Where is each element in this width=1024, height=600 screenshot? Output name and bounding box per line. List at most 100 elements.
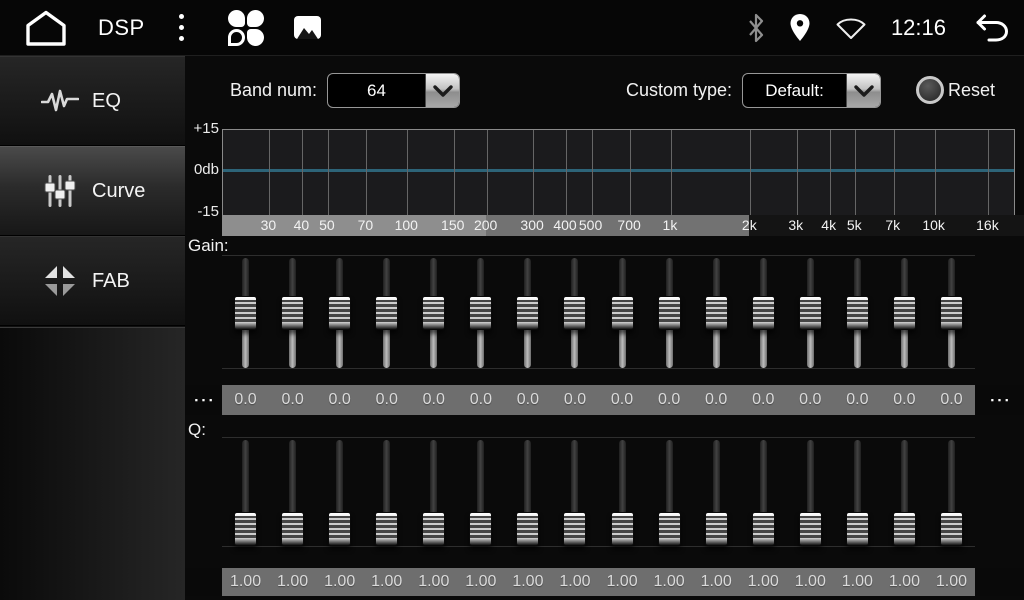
band-num-dropdown[interactable]: 64 — [327, 73, 460, 108]
slider-thumb[interactable] — [893, 512, 916, 546]
back-icon[interactable] — [970, 13, 1010, 42]
slider-thumb[interactable] — [799, 512, 822, 546]
slider-thumb[interactable] — [705, 296, 728, 330]
sidebar-item-fab[interactable]: FAB — [0, 236, 185, 326]
gain-values-row: 0.00.00.00.00.00.00.00.00.00.00.00.00.00… — [222, 385, 975, 415]
q-slider-15[interactable] — [881, 438, 928, 546]
gain-slider-8[interactable] — [551, 256, 598, 368]
home-icon[interactable] — [24, 9, 68, 47]
gain-slider-16[interactable] — [928, 256, 975, 368]
slider-thumb[interactable] — [281, 296, 304, 330]
freq-tick-label: 5k — [847, 215, 862, 236]
slider-thumb[interactable] — [940, 512, 963, 546]
slider-thumb[interactable] — [469, 296, 492, 330]
apps-clover-icon[interactable] — [228, 10, 264, 46]
slider-thumb[interactable] — [563, 296, 586, 330]
gain-slider-10[interactable] — [646, 256, 693, 368]
slider-thumb[interactable] — [328, 296, 351, 330]
slider-thumb[interactable] — [422, 296, 445, 330]
gain-more-right-button[interactable]: ▪▪▪ — [975, 385, 1024, 415]
gain-slider-12[interactable] — [740, 256, 787, 368]
band-num-label: Band num: — [230, 73, 317, 108]
gain-slider-3[interactable] — [316, 256, 363, 368]
slider-thumb[interactable] — [705, 512, 728, 546]
q-more-left-button[interactable] — [185, 568, 222, 596]
slider-thumb[interactable] — [516, 296, 539, 330]
gain-slider-2[interactable] — [269, 256, 316, 368]
gain-slider-14[interactable] — [834, 256, 881, 368]
grid-line — [855, 130, 856, 216]
q-value-cell: 1.00 — [599, 568, 646, 596]
slider-thumb[interactable] — [563, 512, 586, 546]
q-slider-8[interactable] — [551, 438, 598, 546]
q-slider-12[interactable] — [740, 438, 787, 546]
sidebar-item-curve[interactable]: Curve — [0, 146, 185, 236]
chevron-down-icon[interactable] — [425, 74, 459, 107]
slider-thumb[interactable] — [469, 512, 492, 546]
slider-thumb[interactable] — [611, 296, 634, 330]
slider-thumb[interactable] — [422, 512, 445, 546]
gallery-icon[interactable] — [294, 16, 321, 39]
gain-slider-11[interactable] — [693, 256, 740, 368]
gain-slider-9[interactable] — [599, 256, 646, 368]
frequency-axis-band[interactable]: 304050701001502003004005007001k2k3k4k5k7… — [222, 215, 1024, 236]
slider-thumb[interactable] — [328, 512, 351, 546]
q-slider-11[interactable] — [693, 438, 740, 546]
gain-value-cell: 0.0 — [928, 385, 975, 415]
gain-slider-15[interactable] — [881, 256, 928, 368]
wifi-icon — [835, 16, 867, 40]
gain-slider-6[interactable] — [457, 256, 504, 368]
gain-value-cell: 0.0 — [504, 385, 551, 415]
q-slider-5[interactable] — [410, 438, 457, 546]
freq-tick-label: 700 — [617, 215, 640, 236]
gain-slider-1[interactable] — [222, 256, 269, 368]
reset-radio[interactable] — [916, 76, 944, 104]
q-slider-10[interactable] — [646, 438, 693, 546]
q-slider-16[interactable] — [928, 438, 975, 546]
gain-slider-7[interactable] — [504, 256, 551, 368]
q-slider-3[interactable] — [316, 438, 363, 546]
slider-thumb[interactable] — [234, 512, 257, 546]
gain-more-left-button[interactable]: ▪▪▪ — [185, 385, 222, 415]
slider-thumb[interactable] — [940, 296, 963, 330]
q-slider-6[interactable] — [457, 438, 504, 546]
q-slider-7[interactable] — [504, 438, 551, 546]
freq-tick-label: 3k — [788, 215, 803, 236]
slider-thumb[interactable] — [846, 512, 869, 546]
slider-thumb[interactable] — [799, 296, 822, 330]
slider-thumb[interactable] — [658, 296, 681, 330]
slider-thumb[interactable] — [375, 512, 398, 546]
slider-thumb[interactable] — [611, 512, 634, 546]
slider-thumb[interactable] — [234, 296, 257, 330]
slider-thumb[interactable] — [846, 296, 869, 330]
q-slider-14[interactable] — [834, 438, 881, 546]
slider-thumb[interactable] — [752, 296, 775, 330]
q-slider-9[interactable] — [599, 438, 646, 546]
slider-thumb[interactable] — [893, 296, 916, 330]
q-more-right-button[interactable] — [975, 568, 1024, 596]
slider-thumb[interactable] — [281, 512, 304, 546]
slider-thumb[interactable] — [658, 512, 681, 546]
slider-thumb[interactable] — [375, 296, 398, 330]
sidebar-item-eq[interactable]: EQ — [0, 56, 185, 146]
q-value-cell: 1.00 — [410, 568, 457, 596]
q-slider-1[interactable] — [222, 438, 269, 546]
custom-type-value: Default: — [743, 74, 846, 107]
q-slider-2[interactable] — [269, 438, 316, 546]
chevron-down-icon[interactable] — [846, 74, 880, 107]
slider-thumb[interactable] — [752, 512, 775, 546]
gain-slider-4[interactable] — [363, 256, 410, 368]
freq-tick-label: 4k — [821, 215, 836, 236]
q-slider-4[interactable] — [363, 438, 410, 546]
grid-line — [935, 130, 936, 216]
custom-type-dropdown[interactable]: Default: — [742, 73, 881, 108]
eq-curve-plot[interactable] — [222, 129, 1015, 216]
sidebar-empty-panel — [0, 327, 185, 600]
slider-thumb[interactable] — [516, 512, 539, 546]
page-title: DSP — [98, 15, 145, 41]
gain-slider-5[interactable] — [410, 256, 457, 368]
kebab-menu-icon[interactable] — [175, 10, 188, 45]
freq-tick-label: 7k — [885, 215, 900, 236]
q-slider-13[interactable] — [787, 438, 834, 546]
gain-slider-13[interactable] — [787, 256, 834, 368]
